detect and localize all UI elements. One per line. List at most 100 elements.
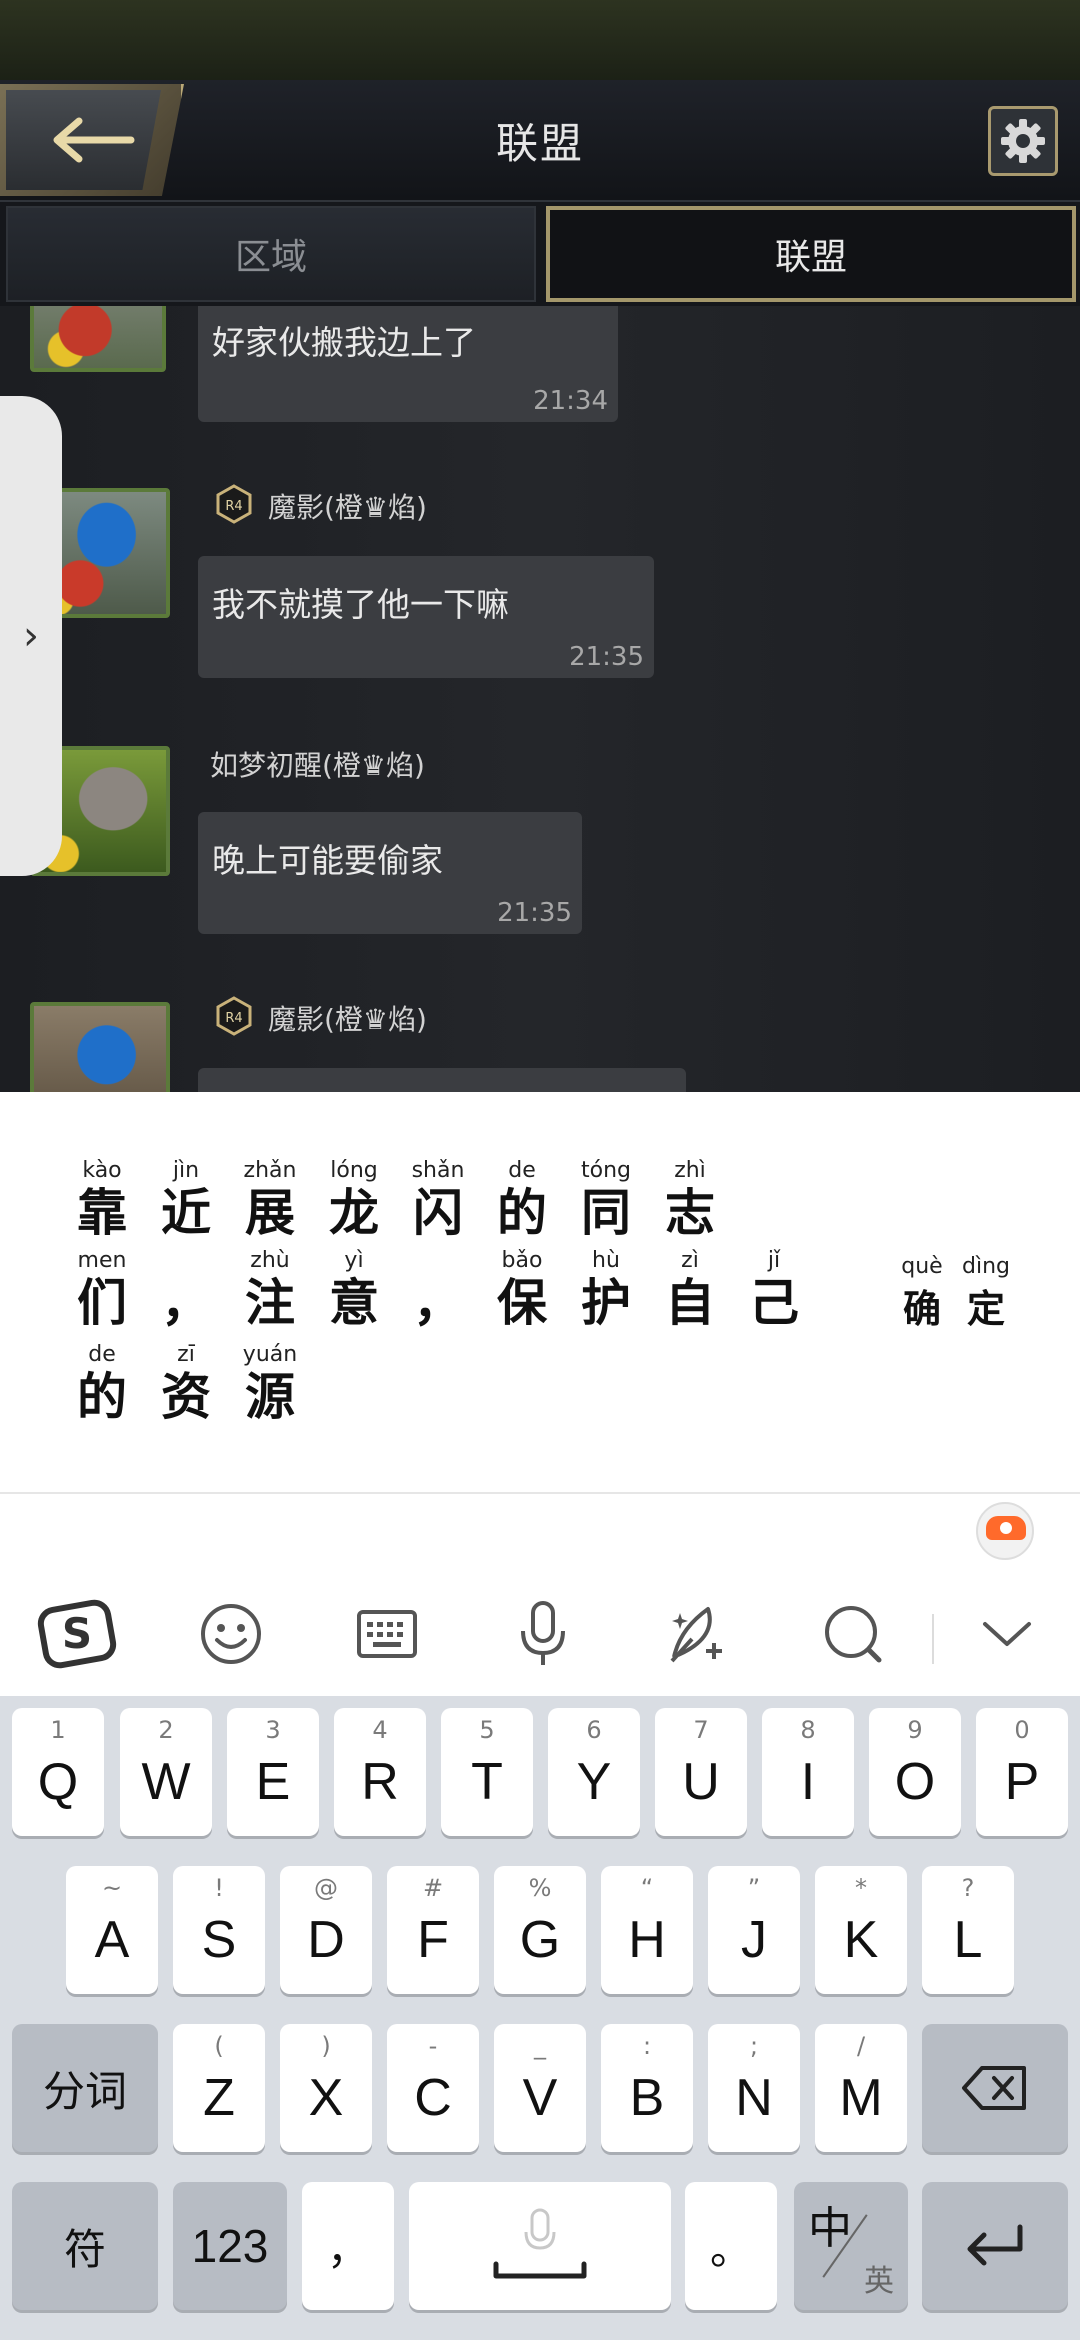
rank-label: R4 [225, 1011, 242, 1026]
backspace-icon [962, 2066, 1026, 2110]
tab-alliance[interactable]: 联盟 [546, 206, 1076, 302]
key-u[interactable]: 7U [655, 1708, 747, 1836]
key-f[interactable]: # F [387, 1866, 479, 1994]
backspace-key[interactable] [922, 2024, 1068, 2152]
sender-name: 魔影(橙♛焰) [268, 1003, 427, 1036]
key-e[interactable]: 3E [227, 1708, 319, 1836]
candidate-char[interactable]: ， [146, 1248, 226, 1332]
key-w[interactable]: 2W [120, 1708, 212, 1836]
language-switch-key[interactable]: 中英 [794, 2182, 908, 2310]
toolbar-divider [932, 1614, 934, 1664]
chat-message-list[interactable]: 好家伙搬我边上了 21:34 R4 魔影(橙♛焰) 我不就摸了他一下嘛 21:3… [0, 306, 1080, 1092]
space-mic-icon [493, 2208, 587, 2279]
message-bubble[interactable] [198, 1068, 686, 1092]
avatar[interactable] [30, 306, 166, 372]
split-word-key[interactable]: 分词 [12, 2024, 158, 2152]
candidate-char[interactable]: ， [398, 1248, 478, 1332]
key-v[interactable]: _ V [494, 2024, 586, 2152]
message-time: 21:35 [497, 898, 572, 928]
tab-region[interactable]: 区域 [6, 206, 536, 302]
message-bubble[interactable]: 晚上可能要偷家 21:35 [198, 812, 582, 934]
svg-text:S: S [62, 1609, 92, 1658]
sogou-logo-icon: S [37, 1599, 117, 1669]
candidate-char[interactable]: tóng 同 [566, 1158, 646, 1242]
key-b[interactable]: :B [601, 2024, 693, 2152]
candidate-char[interactable]: de 的 [482, 1158, 562, 1242]
floating-side-handle[interactable]: › [0, 396, 62, 876]
key-p[interactable]: 0P [976, 1708, 1068, 1836]
candidate-char[interactable]: hù 护 [566, 1248, 646, 1332]
emoji-icon [201, 1604, 261, 1664]
collapse-chevron-icon [983, 1622, 1031, 1646]
message-time: 21:34 [533, 386, 608, 416]
rank-label: R4 [225, 499, 242, 514]
key-y[interactable]: 6Y [548, 1708, 640, 1836]
candidate-char[interactable]: lóng 龙 [314, 1158, 394, 1242]
key-l[interactable]: ? L [922, 1866, 1014, 1994]
candidate-char[interactable]: kào 靠 [62, 1158, 142, 1242]
settings-button[interactable] [988, 106, 1058, 176]
key-t[interactable]: 5T [441, 1708, 533, 1836]
confirm-button[interactable]: què 确 dìng 定 [890, 1254, 1018, 1338]
sender-name: 魔影(橙♛焰) [268, 491, 427, 524]
sogou-logo-button[interactable]: S [32, 1594, 122, 1674]
message-bubble[interactable]: 好家伙搬我边上了 21:34 [198, 306, 618, 422]
avatar[interactable] [30, 1002, 170, 1092]
enter-key[interactable] [922, 2182, 1068, 2310]
message-bubble[interactable]: 我不就摸了他一下嘛 21:35 [198, 556, 654, 678]
candidate-char[interactable]: de 的 [62, 1342, 142, 1426]
emoji-button[interactable] [186, 1594, 276, 1674]
search-button[interactable] [808, 1594, 898, 1674]
key-q[interactable]: 1Q [12, 1708, 104, 1836]
period-key[interactable]: 。 [685, 2182, 777, 2310]
comma-key[interactable]: ， [302, 2182, 394, 2310]
candidate-char[interactable]: zì 自 [650, 1248, 730, 1332]
voice-input-button[interactable] [498, 1594, 588, 1674]
candidate-char[interactable]: zhì 志 [650, 1158, 730, 1242]
candidate-char[interactable]: jǐ 己 [734, 1248, 814, 1332]
rank-badge-icon: R4 [216, 996, 252, 1036]
key-m[interactable]: / M [815, 2024, 907, 2152]
key-n[interactable]: ; N [708, 2024, 800, 2152]
key-j[interactable]: ” J [708, 1866, 800, 1994]
keyboard-switch-button[interactable] [342, 1594, 432, 1674]
key-h[interactable]: “H [601, 1866, 693, 1994]
key-c[interactable]: -C [387, 2024, 479, 2152]
candidate-char[interactable]: bǎo 保 [482, 1248, 562, 1332]
sender-name: 如梦初醒(橙♛焰) [210, 749, 425, 782]
enter-icon [967, 2224, 1023, 2266]
key-a[interactable]: ~ A [66, 1866, 158, 1994]
key-s[interactable]: ! S [173, 1866, 265, 1994]
language-sub-label: 英 [864, 2264, 894, 2299]
candidate-char[interactable]: yì 意 [314, 1248, 394, 1332]
message-text: 晚上可能要偷家 [212, 841, 443, 880]
key-z[interactable]: (Z [173, 2024, 265, 2152]
candidate-char[interactable]: zī 资 [146, 1342, 226, 1426]
candidate-char[interactable]: zhù 注 [230, 1248, 310, 1332]
collapse-keyboard-button[interactable] [962, 1594, 1052, 1674]
candidate-char[interactable]: yuán 源 [230, 1342, 310, 1426]
candidate-char[interactable]: shǎn 闪 [398, 1158, 478, 1242]
mascot-icon[interactable] [976, 1502, 1034, 1560]
candidate-char[interactable]: zhǎn 展 [230, 1158, 310, 1242]
message-text: 我不就摸了他一下嘛 [212, 585, 509, 624]
key-g[interactable]: % G [494, 1866, 586, 1994]
key-x[interactable]: ) X [280, 2024, 372, 2152]
candidate-char[interactable]: men 们 [62, 1248, 142, 1332]
gear-icon [1001, 119, 1045, 163]
key-i[interactable]: 8I [762, 1708, 854, 1836]
key-d[interactable]: @ D [280, 1866, 372, 1994]
symbols-key[interactable]: 符 [12, 2182, 158, 2310]
key-k[interactable]: * K [815, 1866, 907, 1994]
handwriting-button[interactable] [652, 1594, 742, 1674]
key-o[interactable]: 9O [869, 1708, 961, 1836]
numbers-key[interactable]: 123 [173, 2182, 287, 2310]
candidate-char[interactable]: jìn 近 [146, 1158, 226, 1242]
screen: 联盟 区域 联盟 好家伙搬我边上了 21:34 R4 魔影(橙♛焰) 我不就摸了… [0, 0, 1080, 2340]
key-r[interactable]: 4R [334, 1708, 426, 1836]
confirm-char: què 确 [901, 1254, 943, 1331]
microphone-icon [521, 1601, 565, 1665]
space-key[interactable] [409, 2182, 671, 2310]
chat-tabs: 区域 联盟 [0, 202, 1080, 306]
message-text: 好家伙搬我边上了 [212, 323, 476, 362]
